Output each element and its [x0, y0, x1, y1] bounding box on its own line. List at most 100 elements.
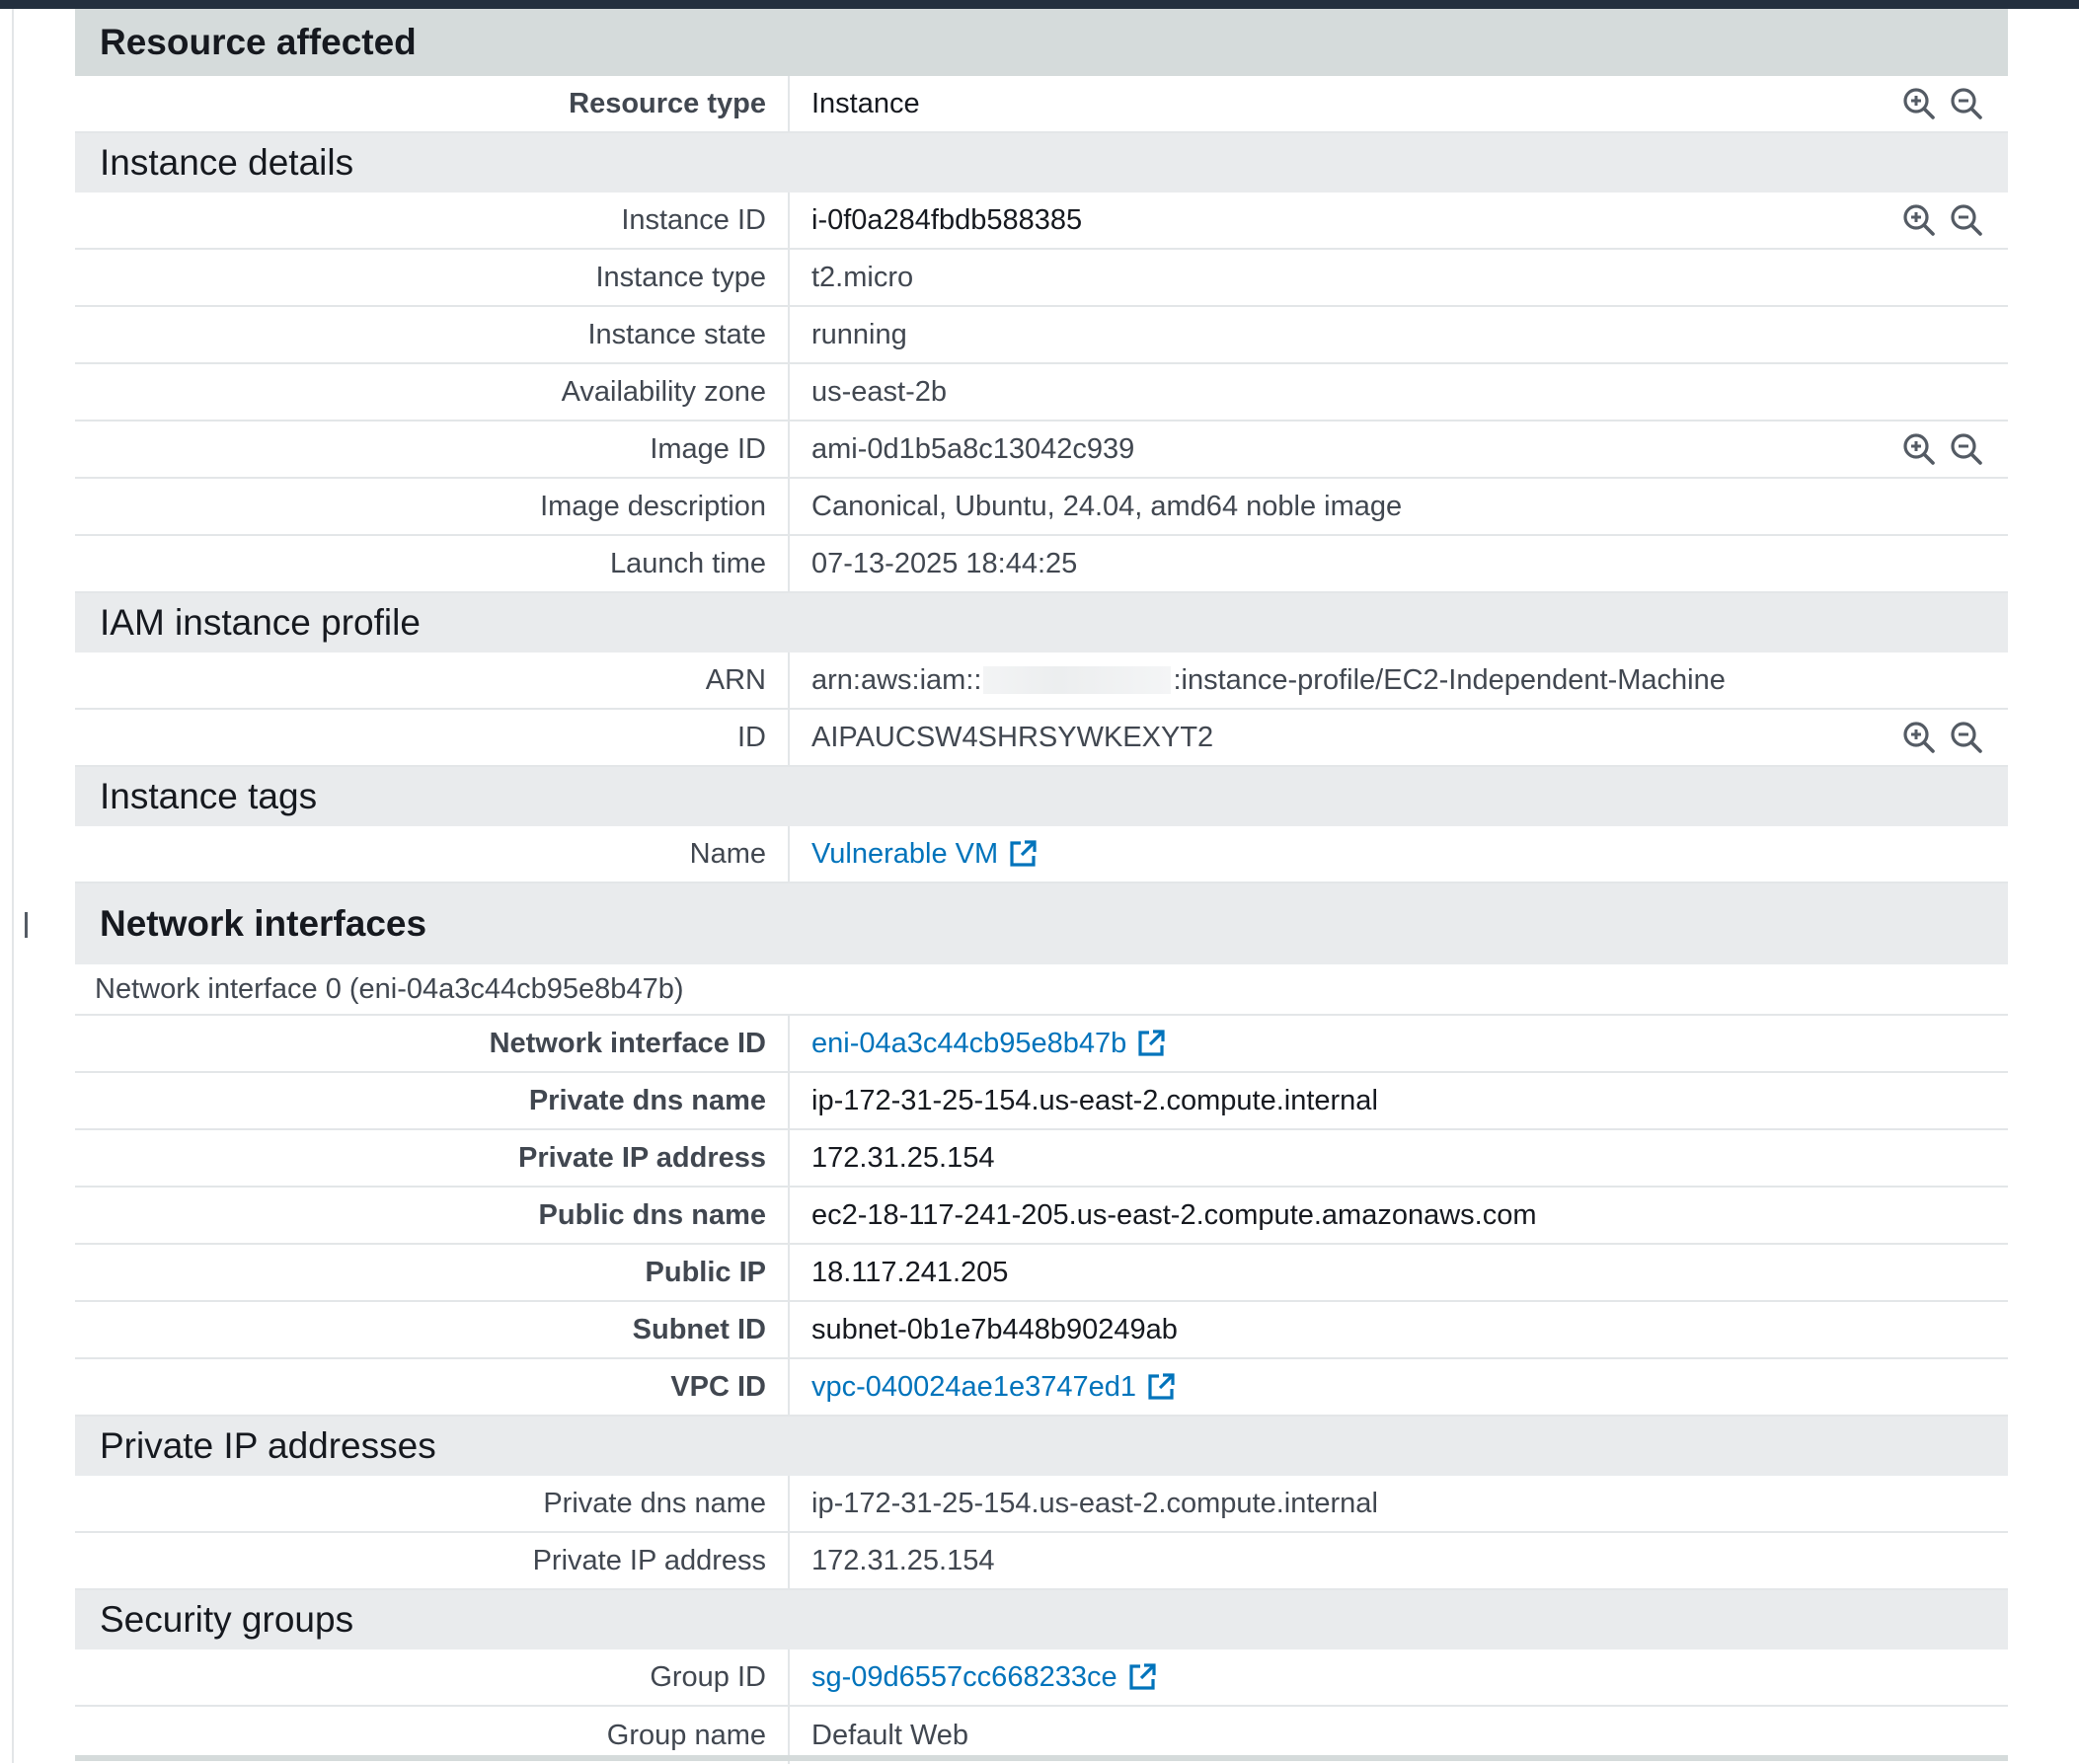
section-header-resource-affected: Resource affected	[75, 9, 2008, 76]
security-group-link[interactable]: sg-09d6557cc668233ce	[811, 1661, 1117, 1694]
detail-value-cell: Vulnerable VM	[790, 826, 2008, 882]
detail-row-arn: ARN arn:aws:iam:: :instance-profile/EC2-…	[75, 652, 2008, 710]
section-header-private-ip-addresses: Private IP addresses	[75, 1417, 2008, 1476]
detail-value-cell: ip-172-31-25-154.us-east-2.compute.inter…	[790, 1476, 2008, 1531]
detail-row-instance-id: Instance ID i-0f0a284fbdb588385	[75, 192, 2008, 250]
detail-row-instance-type: Instance type t2.micro	[75, 250, 2008, 307]
vpc-link[interactable]: vpc-040024ae1e3747ed1	[811, 1371, 1136, 1404]
detail-row-group-id: Group ID sg-09d6557cc668233ce	[75, 1649, 2008, 1707]
detail-label: Image description	[75, 479, 790, 534]
detail-row-private-ip-address: Private IP address 172.31.25.154	[75, 1533, 2008, 1590]
section-title: Security groups	[100, 1599, 354, 1640]
detail-value: 172.31.25.154	[811, 1544, 995, 1576]
zoom-out-icon[interactable]	[1949, 720, 1984, 755]
detail-value-cell: subnet-0b1e7b448b90249ab	[790, 1302, 2008, 1357]
detail-row-private-dns-name: Private dns name ip-172-31-25-154.us-eas…	[75, 1073, 2008, 1130]
detail-row-launch-time: Launch time 07-13-2025 18:44:25	[75, 536, 2008, 593]
section-title: Resource affected	[100, 22, 417, 62]
detail-value-cell: sg-09d6557cc668233ce	[790, 1649, 2008, 1705]
detail-value-cell: ec2-18-117-241-205.us-east-2.compute.ama…	[790, 1188, 2008, 1243]
external-link-icon[interactable]	[1008, 839, 1038, 869]
zoom-in-icon[interactable]	[1901, 202, 1937, 238]
section-header-iam-instance-profile: IAM instance profile	[75, 593, 2008, 652]
arn-suffix: :instance-profile/EC2-Independent-Machin…	[1173, 663, 1726, 696]
zoom-in-icon[interactable]	[1901, 86, 1937, 121]
detail-value-cell: i-0f0a284fbdb588385	[790, 192, 2008, 248]
external-link-icon[interactable]	[1127, 1662, 1157, 1692]
detail-row-availability-zone: Availability zone us-east-2b	[75, 364, 2008, 422]
section-header-network-interfaces: Network interfaces	[75, 883, 2008, 964]
zoom-out-icon[interactable]	[1949, 86, 1984, 121]
detail-label: Private IP address	[75, 1533, 790, 1588]
detail-value: ec2-18-117-241-205.us-east-2.compute.ama…	[811, 1198, 1537, 1231]
detail-label: Private dns name	[75, 1476, 790, 1531]
detail-value: us-east-2b	[811, 375, 948, 408]
left-panel-edge	[0, 9, 14, 1763]
detail-row-public-ip: Public IP 18.117.241.205	[75, 1245, 2008, 1302]
detail-value: Default Web	[811, 1719, 969, 1751]
network-interface-caption: Network interface 0 (eni-04a3c44cb95e8b4…	[75, 964, 2008, 1016]
filter-actions	[1901, 86, 1984, 121]
detail-label: Group ID	[75, 1649, 790, 1705]
external-link-icon[interactable]	[1136, 1029, 1166, 1058]
detail-value: AIPAUCSW4SHRSYWKEXYT2	[811, 721, 1214, 753]
detail-value-cell: vpc-040024ae1e3747ed1	[790, 1359, 2008, 1415]
zoom-out-icon[interactable]	[1949, 431, 1984, 467]
zoom-in-icon[interactable]	[1901, 431, 1937, 467]
detail-value: t2.micro	[811, 261, 914, 293]
detail-value: ip-172-31-25-154.us-east-2.compute.inter…	[811, 1487, 1378, 1519]
detail-value: subnet-0b1e7b448b90249ab	[811, 1313, 1178, 1345]
detail-value-cell: AIPAUCSW4SHRSYWKEXYT2	[790, 710, 2008, 765]
detail-label: Availability zone	[75, 364, 790, 420]
detail-label: Instance ID	[75, 192, 790, 248]
network-interface-link[interactable]: eni-04a3c44cb95e8b47b	[811, 1028, 1126, 1060]
detail-label: Name	[75, 826, 790, 882]
detail-label: Private dns name	[75, 1073, 790, 1128]
filter-actions	[1901, 431, 1984, 467]
detail-value-cell: t2.micro	[790, 250, 2008, 305]
detail-value-cell: ami-0d1b5a8c13042c939	[790, 422, 2008, 477]
top-bar	[0, 0, 2079, 9]
detail-value: 07-13-2025 18:44:25	[811, 547, 1078, 579]
detail-label: Private IP address	[75, 1130, 790, 1186]
detail-label: Public dns name	[75, 1188, 790, 1243]
detail-label: Resource type	[75, 76, 790, 131]
detail-value: i-0f0a284fbdb588385	[811, 203, 1083, 236]
detail-value-cell: ip-172-31-25-154.us-east-2.compute.inter…	[790, 1073, 2008, 1128]
detail-value-cell: Instance	[790, 76, 2008, 131]
detail-row-instance-state: Instance state running	[75, 307, 2008, 364]
detail-value: ip-172-31-25-154.us-east-2.compute.inter…	[811, 1084, 1378, 1116]
detail-label: Launch time	[75, 536, 790, 591]
detail-row-resource-type: Resource type Instance	[75, 76, 2008, 133]
section-title: IAM instance profile	[100, 602, 421, 643]
detail-value-cell: 172.31.25.154	[790, 1533, 2008, 1588]
section-title: Private IP addresses	[100, 1425, 436, 1466]
detail-row-tag-name: Name Vulnerable VM	[75, 826, 2008, 883]
section-header-instance-tags: Instance tags	[75, 767, 2008, 826]
section-header-security-groups: Security groups	[75, 1590, 2008, 1649]
section-header-instance-details: Instance details	[75, 133, 2008, 192]
detail-row-private-ip-address: Private IP address 172.31.25.154	[75, 1130, 2008, 1188]
detail-value: Instance	[811, 87, 920, 119]
detail-label: ARN	[75, 652, 790, 708]
section-title: Instance details	[100, 142, 354, 183]
detail-value-cell: running	[790, 307, 2008, 362]
zoom-out-icon[interactable]	[1949, 202, 1984, 238]
zoom-in-icon[interactable]	[1901, 720, 1937, 755]
detail-value-cell: arn:aws:iam:: :instance-profile/EC2-Inde…	[790, 652, 2008, 708]
detail-label: Subnet ID	[75, 1302, 790, 1357]
detail-value-cell: 07-13-2025 18:44:25	[790, 536, 2008, 591]
detail-value: running	[811, 318, 907, 350]
detail-value: Canonical, Ubuntu, 24.04, amd64 noble im…	[811, 490, 1403, 522]
tag-name-link[interactable]: Vulnerable VM	[811, 838, 998, 871]
external-link-icon[interactable]	[1146, 1372, 1176, 1402]
detail-row-network-interface-id: Network interface ID eni-04a3c44cb95e8b4…	[75, 1016, 2008, 1073]
filter-actions	[1901, 720, 1984, 755]
detail-row-subnet-id: Subnet ID subnet-0b1e7b448b90249ab	[75, 1302, 2008, 1359]
detail-value-cell: eni-04a3c44cb95e8b47b	[790, 1016, 2008, 1071]
detail-value-cell: Canonical, Ubuntu, 24.04, amd64 noble im…	[790, 479, 2008, 534]
detail-row-image-description: Image description Canonical, Ubuntu, 24.…	[75, 479, 2008, 536]
detail-value-cell: 172.31.25.154	[790, 1130, 2008, 1186]
detail-value: ami-0d1b5a8c13042c939	[811, 432, 1135, 465]
detail-label: VPC ID	[75, 1359, 790, 1415]
